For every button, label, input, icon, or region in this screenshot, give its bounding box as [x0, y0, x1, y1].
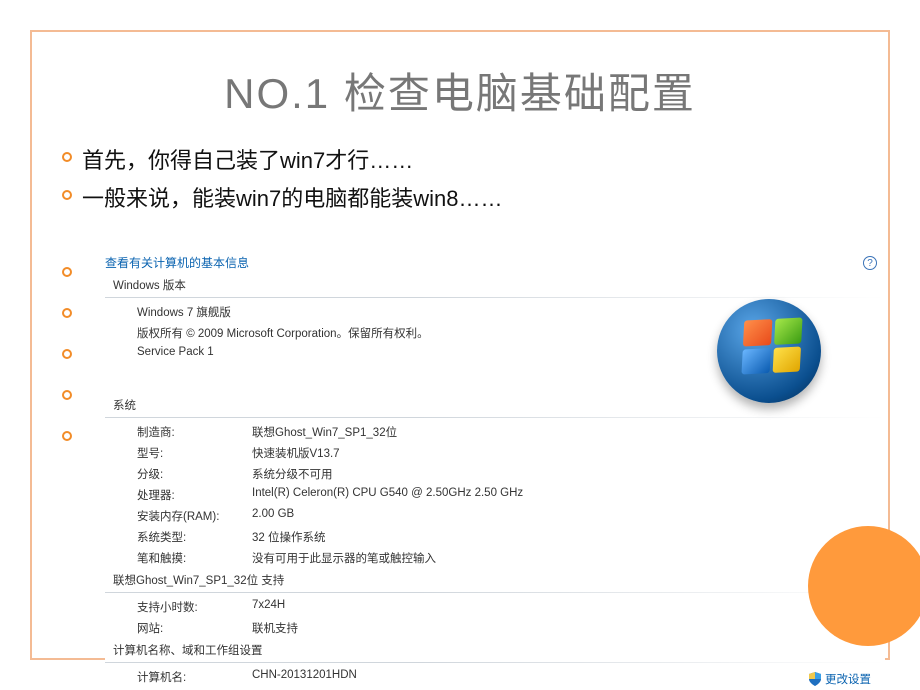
info-row: 分级:系统分级不可用	[137, 466, 885, 482]
windows-logo-icon	[717, 299, 821, 403]
rating-link[interactable]: 系统分级不可用	[252, 466, 333, 482]
label: 分级:	[137, 466, 252, 482]
info-row: 笔和触摸:没有可用于此显示器的笔或触控输入	[137, 550, 885, 566]
bullet-item: 首先，你得自己装了win7才行……	[62, 143, 888, 175]
info-row: 计算机名:CHN-20131201HDN	[137, 669, 885, 685]
info-row: 制造商:联想Ghost_Win7_SP1_32位	[137, 424, 885, 440]
change-settings-link[interactable]: 更改设置	[809, 671, 871, 687]
bullet-marker-icon	[62, 349, 72, 359]
change-settings-text: 更改设置	[825, 671, 871, 687]
bullet-item: 一般来说，能装win7的电脑都能装win8……	[62, 181, 888, 213]
value: 没有可用于此显示器的笔或触控输入	[252, 550, 436, 566]
value: 32 位操作系统	[252, 529, 326, 545]
info-row: 网站:联机支持	[137, 620, 885, 636]
label: 计算机名:	[137, 669, 252, 685]
shield-icon	[809, 672, 821, 686]
value: 7x24H	[252, 599, 285, 615]
label: 系统类型:	[137, 529, 252, 545]
label: 安装内存(RAM):	[137, 508, 252, 524]
label: 笔和触摸:	[137, 550, 252, 566]
bullet-list: 首先，你得自己装了win7才行…… 一般来说，能装win7的电脑都能装win8……	[62, 143, 888, 213]
bullet-marker-icon	[62, 308, 72, 318]
system-info-panel: ? 查看有关计算机的基本信息 Windows 版本 Windows 7 旗舰版 …	[105, 254, 885, 690]
section-label: 联想Ghost_Win7_SP1_32位 支持	[113, 572, 885, 588]
support-link[interactable]: 联机支持	[252, 620, 298, 636]
info-row: 处理器:Intel(R) Celeron(R) CPU G540 @ 2.50G…	[137, 487, 885, 503]
label: 支持小时数:	[137, 599, 252, 615]
info-row: 型号:快速装机版V13.7	[137, 445, 885, 461]
value: Intel(R) Celeron(R) CPU G540 @ 2.50GHz 2…	[252, 487, 523, 503]
divider	[105, 592, 885, 593]
info-row: 系统类型:32 位操作系统	[137, 529, 885, 545]
accent-circle-decoration	[808, 526, 920, 646]
value: 联想Ghost_Win7_SP1_32位	[252, 424, 397, 440]
slide-title: NO.1 检查电脑基础配置	[32, 60, 888, 121]
bullet-marker-icon	[62, 190, 72, 200]
label: 网站:	[137, 620, 252, 636]
info-row: 安装内存(RAM):2.00 GB	[137, 508, 885, 524]
empty-bullet-column	[62, 258, 72, 441]
info-row: 支持小时数:7x24H	[137, 599, 885, 615]
divider	[105, 417, 885, 418]
divider	[105, 662, 885, 663]
slide-frame: NO.1 检查电脑基础配置 首先，你得自己装了win7才行…… 一般来说，能装w…	[30, 30, 890, 660]
label: 制造商:	[137, 424, 252, 440]
divider	[105, 297, 885, 298]
value: 快速装机版V13.7	[252, 445, 340, 461]
help-icon[interactable]: ?	[863, 256, 877, 270]
label: 处理器:	[137, 487, 252, 503]
panel-header: 查看有关计算机的基本信息	[105, 254, 885, 271]
bullet-marker-icon	[62, 267, 72, 277]
bullet-marker-icon	[62, 152, 72, 162]
value: CHN-20131201HDN	[252, 669, 357, 685]
bullet-text: 首先，你得自己装了win7才行……	[82, 143, 413, 175]
bullet-text: 一般来说，能装win7的电脑都能装win8……	[82, 181, 503, 213]
section-label: 计算机名称、域和工作组设置	[113, 642, 885, 658]
bullet-marker-icon	[62, 390, 72, 400]
bullet-marker-icon	[62, 431, 72, 441]
windows-edition-section: Windows 版本 Windows 7 旗舰版 版权所有 © 2009 Mic…	[105, 277, 885, 358]
value: 2.00 GB	[252, 508, 294, 524]
label: 型号:	[137, 445, 252, 461]
section-label: Windows 版本	[113, 277, 885, 293]
